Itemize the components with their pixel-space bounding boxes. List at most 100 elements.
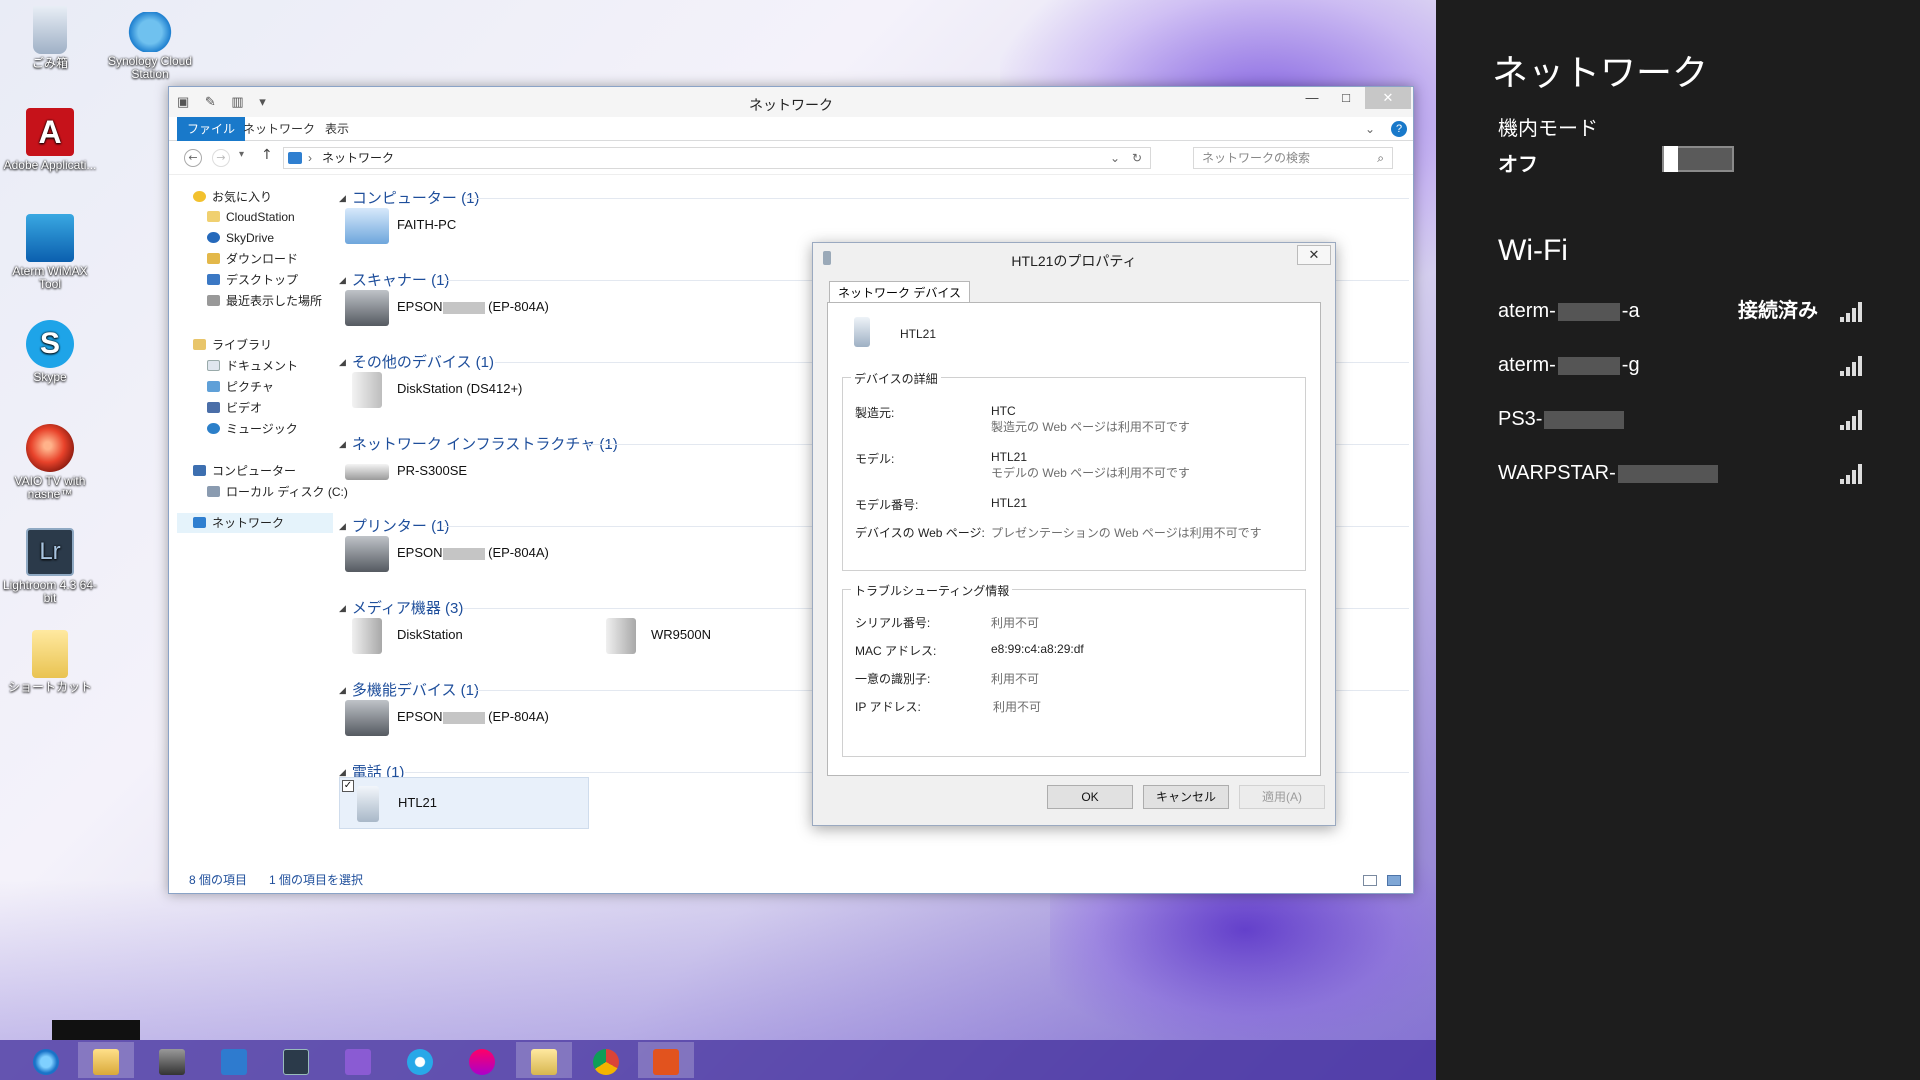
- up-button[interactable]: ↑: [261, 147, 273, 163]
- desktop-icon-adobe[interactable]: A Adobe Applicati...: [0, 108, 100, 172]
- trouble-value-mac: e8:99:c4:a8:29:df: [991, 642, 1084, 656]
- device-label: EPSON: [397, 709, 443, 724]
- dialog-close-button[interactable]: ✕: [1297, 245, 1331, 265]
- nav-item-downloads[interactable]: ダウンロード: [207, 249, 298, 269]
- desktop-icon-skype[interactable]: S Skype: [0, 320, 100, 384]
- multifunction-printer-icon: [345, 699, 389, 736]
- details-view-icon[interactable]: [1363, 875, 1377, 886]
- detail-key-web-page: デバイスの Web ページ:: [855, 526, 985, 540]
- help-icon[interactable]: ?: [1391, 121, 1407, 137]
- device-label: FAITH-PC: [397, 217, 457, 232]
- minimize-button[interactable]: —: [1295, 87, 1329, 109]
- nav-item-videos[interactable]: ビデオ: [207, 398, 262, 418]
- desktop-icon: [207, 274, 220, 285]
- device-epson-printer[interactable]: EPSON (EP-804A): [345, 531, 549, 575]
- refresh-icon[interactable]: ↻: [1132, 148, 1142, 168]
- device-htl21[interactable]: ✓ HTL21: [339, 777, 589, 829]
- airplane-mode-toggle[interactable]: [1662, 146, 1734, 172]
- redacted-block: [1557, 356, 1620, 375]
- nav-label: ダウンロード: [226, 252, 299, 266]
- desktop-icon-recycle-bin[interactable]: ごみ箱: [0, 6, 100, 70]
- desktop-icon-lightroom[interactable]: Lr Lightroom 4.3 64-bit: [0, 528, 100, 605]
- nav-label: CloudStation: [226, 210, 295, 224]
- app-icon[interactable]: [206, 1042, 262, 1078]
- disk-icon: [207, 486, 220, 497]
- nav-label: コンピューター: [212, 464, 297, 478]
- taskbar-peek: [52, 1020, 140, 1040]
- ribbon-expand-icon[interactable]: ⌄: [1355, 117, 1385, 141]
- nav-label: ピクチャ: [226, 380, 274, 394]
- device-label: EPSON: [397, 299, 443, 314]
- nav-item-desktop[interactable]: デスクトップ: [207, 270, 298, 290]
- device-pr-s300se[interactable]: PR-S300SE: [345, 449, 467, 493]
- breadcrumb: ネットワーク: [322, 151, 395, 165]
- toggle-knob: [1664, 146, 1678, 172]
- folder-icon[interactable]: [516, 1042, 572, 1078]
- app-icon[interactable]: [330, 1042, 386, 1078]
- wallpaper-shade: [0, 880, 1436, 1040]
- device-faith-pc[interactable]: FAITH-PC: [345, 203, 456, 247]
- file-explorer-icon[interactable]: [78, 1042, 134, 1078]
- desktop-icon-wimax[interactable]: Aterm WiMAX Tool: [0, 214, 100, 291]
- app-icon[interactable]: [144, 1042, 200, 1078]
- tab-network[interactable]: ネットワーク: [233, 117, 325, 141]
- maximize-button[interactable]: □: [1329, 87, 1363, 109]
- documents-icon: [207, 360, 220, 371]
- ok-button[interactable]: OK: [1047, 785, 1133, 809]
- device-label: (EP-804A): [488, 299, 549, 314]
- nav-computer[interactable]: コンピューター: [193, 461, 296, 481]
- nav-label: ライブラリ: [212, 338, 273, 352]
- device-epson-multifunction[interactable]: EPSON (EP-804A): [345, 695, 549, 739]
- nav-favorites[interactable]: お気に入り: [193, 187, 272, 207]
- nav-item-recent[interactable]: 最近表示した場所: [207, 291, 322, 311]
- app-icon[interactable]: [454, 1042, 510, 1078]
- search-input[interactable]: ネットワークの検索 ⌕: [1193, 147, 1393, 169]
- folder-icon: [207, 211, 220, 222]
- desktop-icon-vaio-tv[interactable]: VAIO TV with nasne™: [0, 424, 100, 501]
- back-button[interactable]: ←: [184, 149, 202, 167]
- recent-locations-icon[interactable]: ▾: [239, 149, 244, 160]
- selection-checkbox[interactable]: ✓: [342, 780, 354, 792]
- internet-explorer-icon[interactable]: [18, 1042, 74, 1078]
- cancel-button[interactable]: キャンセル: [1143, 785, 1229, 809]
- nav-item-pictures[interactable]: ピクチャ: [207, 377, 274, 397]
- nav-label: ローカル ディスク (C:): [226, 485, 348, 499]
- explorer-titlebar: ▣ ✎ ▥ ▾ ネットワーク — □ ✕: [169, 87, 1413, 117]
- device-wr9500n[interactable]: WR9500N: [599, 613, 711, 657]
- media-icon[interactable]: [392, 1042, 448, 1078]
- desktop-icon-label: VAIO TV with nasne™: [14, 474, 86, 501]
- item-count: 8 個の項目: [189, 873, 248, 887]
- device-diskstation-ds412[interactable]: DiskStation (DS412+): [345, 367, 522, 411]
- properties-dialog: HTL21のプロパティ ✕ ネットワーク デバイス HTL21 デバイスの詳細 …: [812, 242, 1336, 826]
- desktop-icon-cloud-station[interactable]: Synology Cloud Station: [100, 12, 200, 81]
- desktop-icon-shortcut[interactable]: ショートカット: [0, 630, 100, 694]
- large-icons-view-icon[interactable]: [1387, 875, 1401, 886]
- nav-item-cloudstation[interactable]: CloudStation: [207, 207, 295, 227]
- dialog-title: HTL21のプロパティ: [1011, 253, 1137, 269]
- window-title: ネットワーク: [749, 97, 833, 113]
- wifi-heading: Wi-Fi: [1498, 234, 1568, 267]
- device-diskstation-media[interactable]: DiskStation: [345, 613, 463, 657]
- device-epson-scanner[interactable]: EPSON (EP-804A): [345, 285, 549, 329]
- wifi-network-item[interactable]: aterm- -a 接続済み: [1498, 296, 1878, 326]
- wifi-network-item[interactable]: WARPSTAR-: [1498, 458, 1878, 488]
- address-dropdown-icon[interactable]: ⌄: [1110, 148, 1120, 168]
- nav-item-music[interactable]: ミュージック: [207, 419, 298, 439]
- chrome-icon[interactable]: [578, 1042, 634, 1078]
- lightroom-icon[interactable]: [268, 1042, 324, 1078]
- wifi-network-item[interactable]: aterm- -g: [1498, 350, 1878, 380]
- nav-network[interactable]: ネットワーク: [177, 513, 333, 533]
- nav-libraries[interactable]: ライブラリ: [193, 335, 272, 355]
- nav-item-skydrive[interactable]: SkyDrive: [207, 228, 274, 248]
- nav-item-documents[interactable]: ドキュメント: [207, 356, 298, 376]
- tab-network-device[interactable]: ネットワーク デバイス: [829, 281, 970, 303]
- forward-button[interactable]: →: [212, 149, 230, 167]
- nav-item-local-disk[interactable]: ローカル ディスク (C:): [207, 482, 348, 502]
- computer-icon: [193, 465, 206, 476]
- wifi-network-item[interactable]: PS3-: [1498, 404, 1878, 434]
- tab-view[interactable]: 表示: [315, 117, 359, 141]
- address-bar[interactable]: › ネットワーク ⌄ ↻: [283, 147, 1151, 169]
- office-icon[interactable]: [638, 1042, 694, 1078]
- close-button[interactable]: ✕: [1365, 87, 1411, 109]
- apply-button[interactable]: 適用(A): [1239, 785, 1325, 809]
